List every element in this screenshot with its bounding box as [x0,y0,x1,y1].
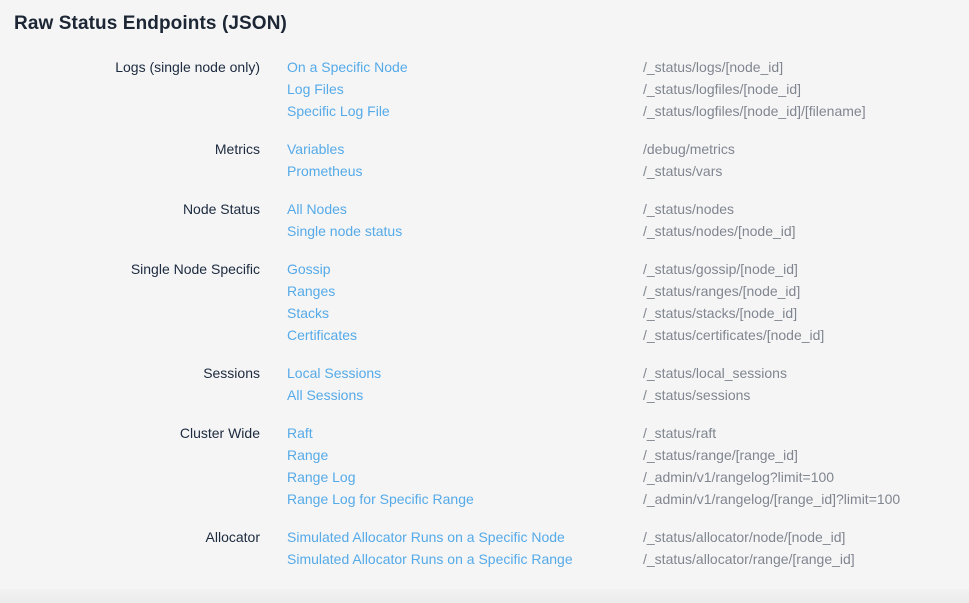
endpoint-link[interactable]: Simulated Allocator Runs on a Specific N… [287,526,643,548]
endpoint-row: Range /_status/range/[range_id] [287,444,969,466]
endpoint-category-label: Allocator [14,526,260,548]
endpoint-rows: Raft /_status/raft Range /_status/range/… [287,422,969,510]
endpoint-row: Variables /debug/metrics [287,138,969,160]
endpoint-row: Log Files /_status/logfiles/[node_id] [287,78,969,100]
endpoint-path: /_admin/v1/rangelog?limit=100 [643,466,969,488]
endpoint-path: /_status/allocator/range/[range_id] [643,548,969,570]
endpoint-link[interactable]: Stacks [287,302,643,324]
page-title: Raw Status Endpoints (JSON) [14,13,969,35]
endpoint-path: /_status/logfiles/[node_id]/[filename] [643,100,969,122]
endpoint-link[interactable]: Range Log for Specific Range [287,488,643,510]
endpoint-link[interactable]: Raft [287,422,643,444]
endpoint-link[interactable]: All Nodes [287,198,643,220]
endpoint-category-label: Metrics [14,138,260,160]
endpoint-path: /_status/nodes/[node_id] [643,220,969,242]
endpoint-link[interactable]: Local Sessions [287,362,643,384]
endpoint-path: /_status/allocator/node/[node_id] [643,526,969,548]
endpoint-row: All Nodes /_status/nodes [287,198,969,220]
endpoint-link[interactable]: Simulated Allocator Runs on a Specific R… [287,548,643,570]
endpoint-row: Local Sessions /_status/local_sessions [287,362,969,384]
endpoint-link[interactable]: Range Log [287,466,643,488]
footer-strip [0,589,969,603]
endpoint-row: Prometheus /_status/vars [287,160,969,182]
endpoint-group: Sessions Local Sessions /_status/local_s… [14,362,969,406]
endpoint-rows: Gossip /_status/gossip/[node_id] Ranges … [287,258,969,346]
endpoint-category-label: Single Node Specific [14,258,260,280]
endpoint-path: /_status/logs/[node_id] [643,56,969,78]
endpoint-category-label: Sessions [14,362,260,384]
endpoint-link[interactable]: Ranges [287,280,643,302]
endpoint-group: Node Status All Nodes /_status/nodes Sin… [14,198,969,242]
endpoint-path: /_admin/v1/rangelog/[range_id]?limit=100 [643,488,969,510]
endpoint-row: Range Log for Specific Range /_admin/v1/… [287,488,969,510]
endpoint-row: Stacks /_status/stacks/[node_id] [287,302,969,324]
endpoint-groups: Logs (single node only) On a Specific No… [14,56,969,570]
endpoint-group: Single Node Specific Gossip /_status/gos… [14,258,969,346]
endpoint-rows: On a Specific Node /_status/logs/[node_i… [287,56,969,122]
endpoint-link[interactable]: Prometheus [287,160,643,182]
endpoint-path: /_status/stacks/[node_id] [643,302,969,324]
endpoint-path: /_status/certificates/[node_id] [643,324,969,346]
endpoint-row: Simulated Allocator Runs on a Specific R… [287,548,969,570]
endpoint-category-label: Cluster Wide [14,422,260,444]
endpoint-link[interactable]: Gossip [287,258,643,280]
endpoint-path: /_status/logfiles/[node_id] [643,78,969,100]
endpoint-link[interactable]: Specific Log File [287,100,643,122]
endpoint-row: Simulated Allocator Runs on a Specific N… [287,526,969,548]
endpoint-row: Certificates /_status/certificates/[node… [287,324,969,346]
endpoint-rows: Simulated Allocator Runs on a Specific N… [287,526,969,570]
endpoint-path: /_status/range/[range_id] [643,444,969,466]
endpoint-path: /_status/raft [643,422,969,444]
endpoint-row: Range Log /_admin/v1/rangelog?limit=100 [287,466,969,488]
endpoint-path: /_status/nodes [643,198,969,220]
endpoint-row: Ranges /_status/ranges/[node_id] [287,280,969,302]
endpoint-row: On a Specific Node /_status/logs/[node_i… [287,56,969,78]
endpoint-path: /_status/ranges/[node_id] [643,280,969,302]
endpoint-link[interactable]: Variables [287,138,643,160]
endpoint-rows: Local Sessions /_status/local_sessions A… [287,362,969,406]
endpoint-rows: Variables /debug/metrics Prometheus /_st… [287,138,969,182]
endpoint-path: /_status/sessions [643,384,969,406]
endpoint-rows: All Nodes /_status/nodes Single node sta… [287,198,969,242]
endpoint-category-label: Logs (single node only) [14,56,260,78]
endpoint-link[interactable]: On a Specific Node [287,56,643,78]
endpoint-link[interactable]: All Sessions [287,384,643,406]
endpoint-row: Raft /_status/raft [287,422,969,444]
debug-endpoints-page: Raw Status Endpoints (JSON) Logs (single… [0,0,969,570]
endpoint-link[interactable]: Range [287,444,643,466]
endpoint-row: Single node status /_status/nodes/[node_… [287,220,969,242]
endpoint-row: Specific Log File /_status/logfiles/[nod… [287,100,969,122]
endpoint-path: /debug/metrics [643,138,969,160]
endpoint-group: Allocator Simulated Allocator Runs on a … [14,526,969,570]
endpoint-row: Gossip /_status/gossip/[node_id] [287,258,969,280]
endpoint-path: /_status/gossip/[node_id] [643,258,969,280]
endpoint-group: Logs (single node only) On a Specific No… [14,56,969,122]
endpoint-category-label: Node Status [14,198,260,220]
endpoint-link[interactable]: Single node status [287,220,643,242]
endpoint-row: All Sessions /_status/sessions [287,384,969,406]
endpoint-group: Cluster Wide Raft /_status/raft Range /_… [14,422,969,510]
endpoint-link[interactable]: Log Files [287,78,643,100]
endpoint-path: /_status/vars [643,160,969,182]
endpoint-link[interactable]: Certificates [287,324,643,346]
endpoint-group: Metrics Variables /debug/metrics Prometh… [14,138,969,182]
endpoint-path: /_status/local_sessions [643,362,969,384]
